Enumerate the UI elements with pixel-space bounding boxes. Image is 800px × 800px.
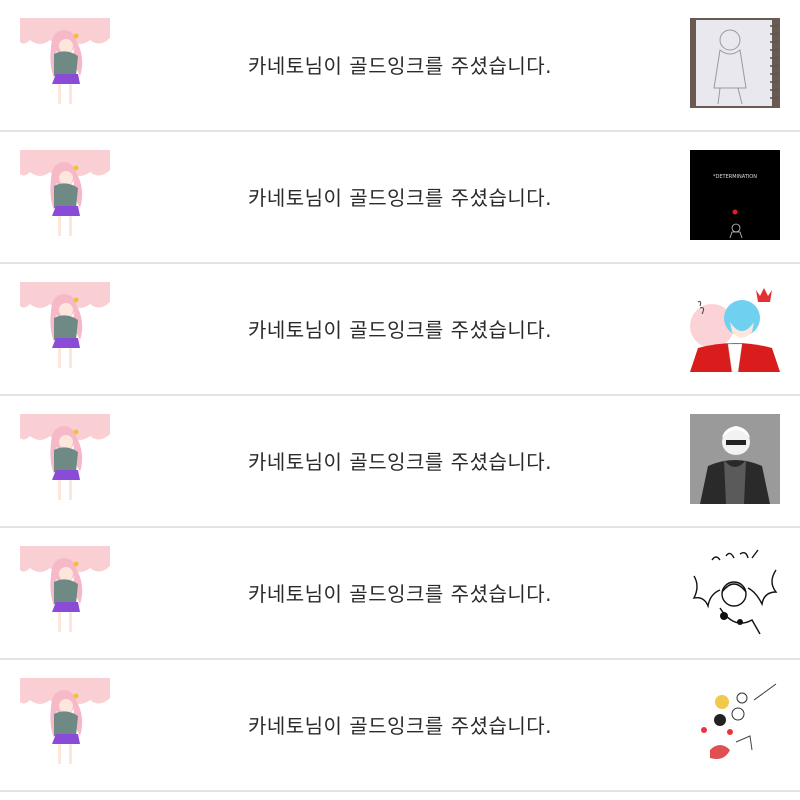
user-avatar-icon[interactable] [20, 678, 110, 768]
doodles-thumbnail-icon[interactable] [690, 678, 780, 768]
king-character-thumbnail-icon[interactable] [690, 282, 780, 372]
dark-determination-thumbnail-icon[interactable]: *DETERMINATION [690, 150, 780, 240]
gray-coat-character-thumbnail-icon[interactable] [690, 414, 780, 504]
notification-message: 카네토님이 골드잉크를 주셨습니다. [247, 714, 553, 738]
notification-row[interactable]: 카네토님이 골드잉크를 주셨습니다. [0, 396, 800, 528]
thumbnail-caption: *DETERMINATION [713, 174, 757, 180]
notification-message: 카네토님이 골드잉크를 주셨습니다. [247, 54, 553, 78]
notification-row[interactable]: 카네토님이 골드잉크를 주셨습니다. [0, 660, 800, 792]
notification-row[interactable]: 카네토님이 골드잉크를 주셨습니다. [0, 0, 800, 132]
notification-row[interactable]: 카네토님이 골드잉크를 주셨습니다. [0, 528, 800, 660]
winged-character-sketch-thumbnail-icon[interactable] [690, 546, 780, 636]
notification-row[interactable]: 카네토님이 골드잉크를 주셨습니다. *DETERMINATION [0, 132, 800, 264]
user-avatar-icon[interactable] [20, 414, 110, 504]
user-avatar-icon[interactable] [20, 150, 110, 240]
notification-message: 카네토님이 골드잉크를 주셨습니다. [247, 582, 553, 606]
user-avatar-icon[interactable] [20, 18, 110, 108]
notification-row[interactable]: 카네토님이 골드잉크를 주셨습니다. [0, 264, 800, 396]
notification-message: 카네토님이 골드잉크를 주셨습니다. [247, 450, 553, 474]
user-avatar-icon[interactable] [20, 546, 110, 636]
notification-message: 카네토님이 골드잉크를 주셨습니다. [247, 318, 553, 342]
notification-message: 카네토님이 골드잉크를 주셨습니다. [247, 186, 553, 210]
sketch-notebook-thumbnail-icon[interactable] [690, 18, 780, 108]
user-avatar-icon[interactable] [20, 282, 110, 372]
